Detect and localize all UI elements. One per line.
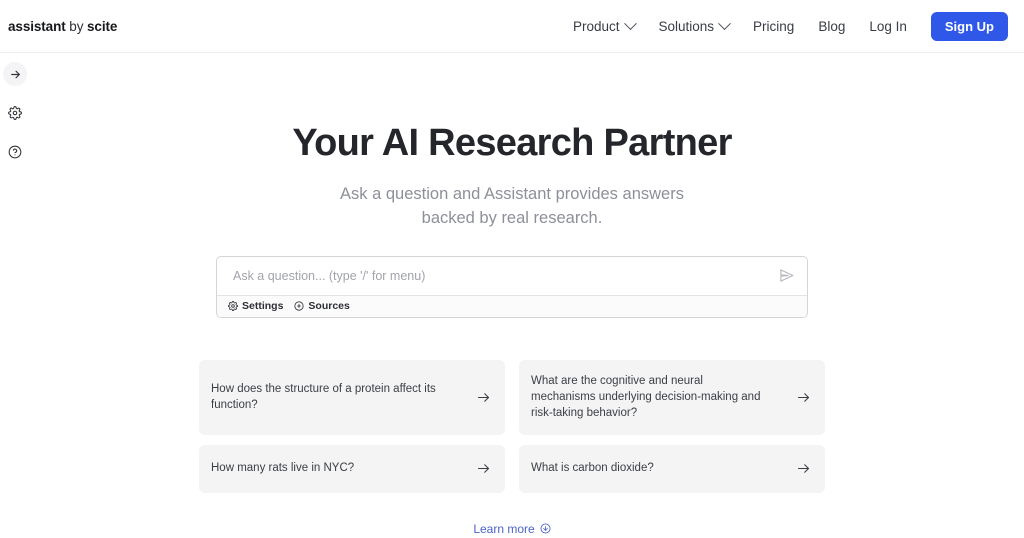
composer-sources-label: Sources: [308, 300, 350, 313]
arrow-right-icon: [796, 390, 811, 405]
hero-subtitle: Ask a question and Assistant provides an…: [340, 182, 684, 231]
suggestion-card-text: What is carbon dioxide?: [531, 462, 654, 475]
send-icon-glyph: [780, 269, 794, 282]
suggestion-row-2: How many rats live in NYC? What is carbo…: [199, 444, 825, 493]
arrow-down-circle-icon: [540, 523, 551, 534]
suggestion-card-text: What are the cognitive and neural mechan…: [531, 374, 761, 420]
gear-icon: [228, 301, 238, 312]
suggestion-card[interactable]: How many rats live in NYC?: [199, 444, 505, 493]
nav-item-label: Blog: [818, 18, 846, 34]
learn-more-link[interactable]: Learn more: [473, 521, 551, 536]
brand-logo[interactable]: assistant by scite: [8, 19, 117, 34]
main-content: Your AI Research Partner Ask a question …: [0, 53, 1024, 538]
learn-more-label: Learn more: [473, 521, 535, 536]
arrow-right-icon: [476, 390, 491, 405]
nav-item-product[interactable]: Product: [572, 16, 637, 34]
sign-up-button[interactable]: Sign Up: [930, 11, 1008, 41]
nav-item-label: Solutions: [658, 18, 715, 34]
hero-subtitle-line-2: backed by real research.: [421, 209, 603, 228]
nav-item-log-in[interactable]: Log In: [869, 19, 907, 34]
top-navigation-bar: assistant by scite Product Solutions Pri…: [0, 0, 1024, 53]
arrow-right-icon: [796, 461, 811, 476]
search-input[interactable]: [231, 267, 778, 284]
nav-item-blog[interactable]: Blog: [818, 19, 845, 34]
chevron-down-icon: [718, 16, 731, 30]
nav-item-label: Pricing: [753, 18, 795, 34]
composer-toolbar: Settings Sources: [217, 294, 807, 317]
nav-item-label: Product: [572, 18, 620, 34]
suggestion-card[interactable]: How does the structure of a protein affe…: [199, 359, 505, 435]
suggestion-card[interactable]: What is carbon dioxide?: [519, 444, 825, 493]
nav-item-solutions[interactable]: Solutions: [658, 16, 731, 34]
hero-subtitle-line-1: Ask a question and Assistant provides an…: [340, 184, 684, 203]
chevron-down-icon: [623, 16, 637, 30]
suggestion-card-text: How does the structure of a protein affe…: [211, 382, 436, 412]
composer-settings-button[interactable]: Settings: [228, 300, 283, 312]
brand-company-name: scite: [87, 18, 118, 34]
suggestion-card[interactable]: What are the cognitive and neural mechan…: [519, 359, 825, 435]
brand-product-name: assistant: [8, 18, 66, 34]
nav-item-pricing[interactable]: Pricing: [753, 19, 794, 34]
composer-settings-label: Settings: [242, 300, 284, 313]
composer-input-row: [217, 257, 807, 295]
nav-item-label: Log In: [869, 18, 907, 34]
page-title: Your AI Research Partner: [292, 122, 732, 164]
question-composer: Settings Sources: [216, 255, 808, 318]
plus-circle-icon: [294, 301, 305, 311]
brand-connector: by: [65, 18, 88, 34]
suggestion-cards: How does the structure of a protein affe…: [199, 359, 825, 493]
arrow-right-icon: [476, 461, 491, 476]
suggestion-row-1: How does the structure of a protein affe…: [199, 359, 825, 435]
send-icon[interactable]: [778, 267, 795, 284]
suggestion-card-text: How many rats live in NYC?: [211, 462, 355, 475]
main-nav: Product Solutions Pricing Blog Log In Si…: [572, 11, 1008, 41]
composer-sources-button[interactable]: Sources: [294, 300, 350, 313]
